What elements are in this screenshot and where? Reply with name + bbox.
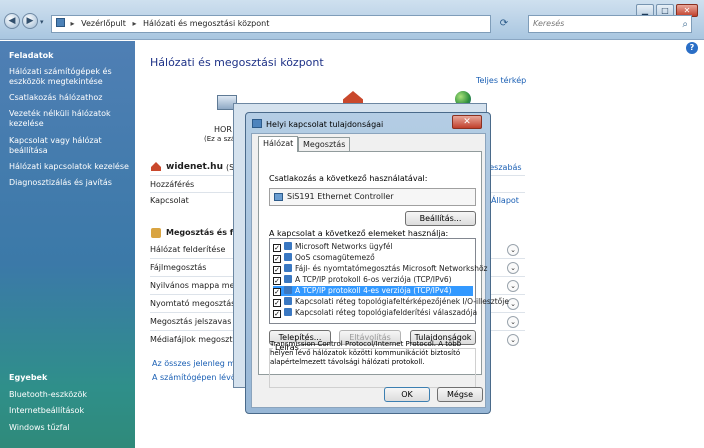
checkbox-checked-icon[interactable]: ✓ xyxy=(273,310,281,318)
breadcrumb-control-panel[interactable]: Vezérlőpult xyxy=(81,19,126,28)
search-icon[interactable]: ⌕ xyxy=(682,17,688,33)
list-item-label: Fájl- és nyomtatómegosztás Microsoft Net… xyxy=(295,264,488,273)
title-bar: ▁ □ ✕ ◀ ▶ ▾ ▸ Vezérlőpult ▸ Hálózati és … xyxy=(0,0,704,40)
search-input[interactable]: Keresés ⌕ xyxy=(528,15,692,33)
tab-network[interactable]: Hálózat xyxy=(258,136,299,152)
breadcrumb-separator: ▸ xyxy=(132,19,137,28)
properties-dialog: Helyi kapcsolat tulajdonságai ✕ Hálózat … xyxy=(245,112,509,414)
network-adapter-icon xyxy=(252,119,262,128)
adapter-name: SiS191 Ethernet Controller xyxy=(287,192,394,201)
access-label: Hozzáférés xyxy=(150,180,195,189)
status-link[interactable]: Állapot xyxy=(491,196,519,205)
back-button[interactable]: ◀ xyxy=(4,13,20,29)
address-bar[interactable]: ▸ Vezérlőpult ▸ Hálózati és megosztási k… xyxy=(51,15,491,33)
forward-button[interactable]: ▶ xyxy=(22,13,38,29)
see-also-heading: Egyebek xyxy=(9,373,48,382)
breadcrumb-separator: ▸ xyxy=(70,19,75,28)
ok-button[interactable]: OK xyxy=(384,387,430,402)
help-icon[interactable]: ? xyxy=(686,42,698,54)
component-icon xyxy=(284,308,292,316)
link-windows-firewall[interactable]: Windows tűzfal xyxy=(0,423,70,433)
checkbox-checked-icon[interactable]: ✓ xyxy=(273,244,281,252)
items-label: A kapcsolat a következő elemeket használ… xyxy=(269,229,449,238)
list-item[interactable]: ✓ Fájl- és nyomtatómegosztás Microsoft Ne… xyxy=(273,264,488,274)
network-name: widenet.hu xyxy=(166,162,223,172)
link-bluetooth[interactable]: Bluetooth-eszközök xyxy=(0,390,87,400)
list-item[interactable]: ✓ Kapcsolati réteg topológiafelderítési v… xyxy=(273,308,477,318)
connect-using-label: Csatlakozás a következő használatával: xyxy=(269,174,428,183)
list-item-label: Kapcsolati réteg topológiafeltérképezőjé… xyxy=(295,297,509,306)
list-item-label: A TCP/IP protokoll 6-os verziója (TCP/IP… xyxy=(295,275,452,284)
list-item[interactable]: ✓ Kapcsolati réteg topológiafeltérképezőj… xyxy=(273,297,509,307)
sharing-row-media: Médiafájlok megosztása xyxy=(150,335,247,344)
chevron-down-icon[interactable]: ⌄ xyxy=(507,334,519,346)
task-view-computers[interactable]: Hálózati számítógépek és eszközök megtek… xyxy=(0,67,125,87)
task-connect-network[interactable]: Csatlakozás hálózathoz xyxy=(0,93,102,103)
task-manage-wireless[interactable]: Vezeték nélküli hálózatok kezelése xyxy=(0,109,125,129)
checkbox-checked-icon[interactable]: ✓ xyxy=(273,277,281,285)
control-panel-icon xyxy=(56,18,65,27)
component-icon xyxy=(284,297,292,305)
configure-button[interactable]: Beállítás... xyxy=(405,211,476,226)
component-icon xyxy=(284,253,292,261)
list-item-label: Kapcsolati réteg topológiafelderítési vá… xyxy=(295,308,478,317)
task-pane: Feladatok Hálózati számítógépek és eszkö… xyxy=(0,41,135,448)
tasks-heading: Feladatok xyxy=(9,51,54,60)
dialog-title: Helyi kapcsolat tulajdonságai xyxy=(266,120,384,129)
checkbox-checked-icon[interactable]: ✓ xyxy=(273,255,281,263)
cancel-button[interactable]: Mégse xyxy=(437,387,483,402)
list-item-label: QoS csomagütemező xyxy=(295,253,375,262)
page-title: Hálózati és megosztási központ xyxy=(150,56,324,69)
list-item[interactable]: ✓ QoS csomagütemező xyxy=(273,253,473,263)
sharing-row-discovery: Hálózat felderítése xyxy=(150,245,226,254)
checkbox-checked-icon[interactable]: ✓ xyxy=(273,299,281,307)
component-icon xyxy=(284,286,292,294)
network-adapter-icon xyxy=(274,193,283,201)
home-network-icon xyxy=(151,162,161,171)
task-setup-connection[interactable]: Kapcsolat vagy hálózat beállítása xyxy=(0,136,110,156)
full-map-link[interactable]: Teljes térkép xyxy=(476,76,526,85)
connection-label: Kapcsolat xyxy=(150,196,189,205)
sharing-row-printer: Nyomtató megosztása xyxy=(150,299,241,308)
task-diagnose[interactable]: Diagnosztizálás és javítás xyxy=(0,178,112,188)
list-item-selected[interactable]: ✓ A TCP/IP protokoll 4-es verziója (TCP/I… xyxy=(273,286,473,296)
sharing-icon xyxy=(151,228,161,238)
sharing-row-files: Fájlmegosztás xyxy=(150,263,207,272)
chevron-down-icon[interactable]: ⌄ xyxy=(507,244,519,256)
list-item[interactable]: ✓ A TCP/IP protokoll 6-os verziója (TCP/I… xyxy=(273,275,473,285)
list-item-label: Microsoft Networks ügyfél xyxy=(295,242,393,251)
refresh-icon[interactable]: ⟳ xyxy=(496,15,512,33)
description-text: Transmission Control Protocol/Internet P… xyxy=(270,340,462,366)
search-placeholder: Keresés xyxy=(533,19,565,28)
chevron-down-icon[interactable]: ⌄ xyxy=(507,316,519,328)
link-internet-options[interactable]: Internetbeállítások xyxy=(0,406,84,416)
dialog-body: Hálózat Megosztás Csatlakozás a következ… xyxy=(251,133,509,408)
component-icon xyxy=(284,264,292,272)
component-icon xyxy=(284,242,292,250)
task-manage-connections[interactable]: Hálózati kapcsolatok kezelése xyxy=(0,162,129,172)
tab-sharing[interactable]: Megosztás xyxy=(298,137,351,151)
adapter-field: SiS191 Ethernet Controller xyxy=(269,188,476,206)
component-list[interactable]: ✓ Microsoft Networks ügyfél ✓ QoS csomagüt… xyxy=(269,238,509,324)
breadcrumb-network-center[interactable]: Hálózati és megosztási központ xyxy=(143,19,269,28)
map-label-computer: HOR xyxy=(214,125,232,134)
list-item[interactable]: ✓ Microsoft Networks ügyfél xyxy=(273,242,473,252)
checkbox-checked-icon[interactable]: ✓ xyxy=(273,288,281,296)
chevron-down-icon[interactable]: ⌄ xyxy=(507,280,519,292)
checkbox-checked-icon[interactable]: ✓ xyxy=(273,266,281,274)
chevron-down-icon[interactable]: ⌄ xyxy=(507,262,519,274)
recent-pages-dropdown[interactable]: ▾ xyxy=(40,18,44,26)
dialog-close-button[interactable]: ✕ xyxy=(452,115,482,129)
component-icon xyxy=(284,275,292,283)
list-item-label: A TCP/IP protokoll 4-es verziója (TCP/IP… xyxy=(295,286,452,295)
